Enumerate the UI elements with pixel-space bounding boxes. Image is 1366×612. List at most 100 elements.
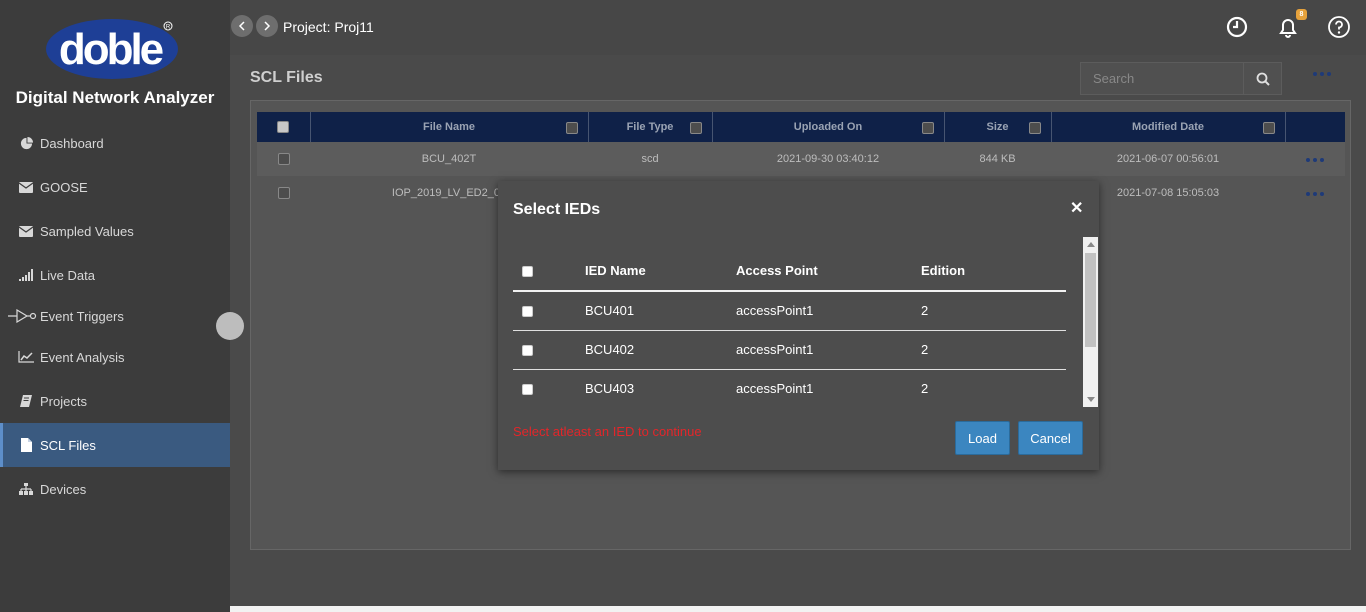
validation-error: Select atleast an IED to continue (513, 424, 702, 439)
sidebar-item-event-triggers[interactable]: Event Triggers (0, 297, 230, 335)
ied-edition: 2 (921, 291, 1066, 331)
sidebar-item-label: SCL Files (40, 437, 96, 453)
row-more-icon[interactable] (1306, 192, 1324, 196)
sidebar-item-devices[interactable]: Devices (0, 467, 230, 511)
close-icon[interactable]: ✕ (1070, 198, 1083, 218)
select-all-cell (257, 112, 311, 142)
col-edition: Edition (921, 237, 1066, 292)
pie-chart-icon (18, 135, 34, 151)
table-header-row: File Name File Type Uploaded On Size Mod… (257, 112, 1345, 142)
trigger-icon (8, 308, 38, 324)
load-button[interactable]: Load (955, 421, 1010, 455)
envelope-icon (18, 179, 34, 195)
sidebar-item-label: Event Analysis (40, 349, 125, 365)
dialog-title: Select IEDs (513, 201, 601, 218)
col-file-type[interactable]: File Type (588, 112, 713, 142)
scrollbar-thumb[interactable] (1085, 253, 1096, 347)
forward-button[interactable] (256, 15, 278, 37)
search-box (1080, 62, 1282, 95)
sidebar-collapse-handle[interactable] (216, 312, 244, 340)
ied-name: BCU401 (585, 291, 736, 331)
sidebar-item-sampled-values[interactable]: Sampled Values (0, 209, 230, 253)
row-actions-cell (1285, 142, 1345, 176)
col-file-name[interactable]: File Name (310, 112, 589, 142)
search-input[interactable] (1081, 63, 1245, 94)
ied-row[interactable]: BCU403 accessPoint1 2 (513, 369, 1066, 407)
sidebar-item-label: Dashboard (40, 135, 104, 151)
column-label: Size (986, 121, 1009, 133)
ied-list-scrollbar[interactable] (1083, 237, 1098, 407)
sidebar-item-event-analysis[interactable]: Event Analysis (0, 335, 230, 379)
ied-checkbox[interactable] (522, 306, 533, 318)
search-icon (1256, 72, 1270, 86)
column-label: Uploaded On (793, 121, 863, 133)
envelope-icon (18, 223, 34, 239)
svg-text:R: R (166, 25, 171, 31)
row-select-cell (257, 142, 310, 176)
project-label: Project: Proj11 (283, 19, 374, 35)
sidebar-item-label: Devices (40, 481, 87, 497)
table-row[interactable]: BCU_402T scd 2021-09-30 03:40:12 844 KB … (257, 142, 1345, 176)
ied-name: BCU403 (585, 369, 736, 407)
column-filter-checkbox[interactable] (565, 122, 578, 134)
cancel-button[interactable]: Cancel (1018, 421, 1083, 455)
ied-select-cell (513, 330, 585, 370)
cell-file-name: BCU_402T (310, 142, 588, 176)
sidebar-item-live-data[interactable]: Live Data (0, 253, 230, 297)
ied-select-cell (513, 291, 585, 331)
col-uploaded-on[interactable]: Uploaded On (712, 112, 945, 142)
search-button[interactable] (1243, 63, 1281, 94)
column-label: File Name (423, 121, 475, 133)
ied-access-point: accessPoint1 (736, 369, 921, 407)
sidebar-item-goose[interactable]: GOOSE (0, 165, 230, 209)
column-filter-checkbox[interactable] (921, 122, 934, 134)
column-label: File Type (626, 121, 674, 133)
page-title: SCL Files (250, 69, 323, 86)
sidebar-item-projects[interactable]: Projects (0, 379, 230, 423)
ied-checkbox[interactable] (522, 345, 533, 357)
ied-row[interactable]: BCU402 accessPoint1 2 (513, 330, 1066, 370)
select-all-ieds-checkbox[interactable] (522, 266, 533, 278)
sidebar-nav: Dashboard GOOSE Sampled Values Live Data… (0, 121, 230, 511)
ied-list: IED Name Access Point Edition BCU401 acc… (513, 237, 1097, 407)
row-checkbox[interactable] (277, 153, 290, 166)
back-button[interactable] (231, 15, 253, 37)
ied-name: BCU402 (585, 330, 736, 370)
row-select-cell (257, 176, 310, 210)
col-actions (1285, 112, 1345, 142)
sidebar-item-label: GOOSE (40, 179, 88, 195)
file-icon (18, 437, 34, 453)
help-icon[interactable] (1327, 15, 1351, 39)
line-chart-icon (18, 349, 34, 365)
bottom-strip (230, 606, 1366, 612)
column-filter-checkbox[interactable] (1262, 122, 1275, 134)
cell-modified-date: 2021-06-07 00:56:01 (1051, 142, 1285, 176)
chevron-right-icon (264, 21, 271, 31)
sidebar-item-label: Live Data (40, 267, 95, 283)
top-bar: Project: Proj11 (230, 0, 1366, 55)
ied-header-row: IED Name Access Point Edition (513, 237, 1066, 292)
sidebar-item-label: Event Triggers (40, 308, 124, 324)
scroll-down-arrow-icon[interactable] (1087, 397, 1095, 402)
history-clock-icon[interactable] (1225, 15, 1249, 39)
more-options-icon[interactable] (1313, 72, 1331, 76)
notification-badge: 8 (1296, 9, 1307, 20)
sitemap-icon (18, 481, 34, 497)
chevron-left-icon (238, 21, 245, 31)
ied-checkbox[interactable] (522, 384, 533, 396)
scroll-up-arrow-icon[interactable] (1087, 242, 1095, 247)
col-modified-date[interactable]: Modified Date (1051, 112, 1286, 142)
column-filter-checkbox[interactable] (1028, 122, 1041, 134)
column-filter-checkbox[interactable] (689, 122, 702, 134)
row-more-icon[interactable] (1306, 158, 1324, 162)
sidebar-item-scl-files[interactable]: SCL Files (0, 423, 230, 467)
row-checkbox[interactable] (277, 187, 290, 200)
ied-edition: 2 (921, 330, 1066, 370)
select-all-checkbox[interactable] (277, 121, 290, 134)
column-label: Modified Date (1131, 121, 1205, 133)
ied-row[interactable]: BCU401 accessPoint1 2 (513, 291, 1066, 331)
col-size[interactable]: Size (944, 112, 1052, 142)
ied-edition: 2 (921, 369, 1066, 407)
sidebar-item-dashboard[interactable]: Dashboard (0, 121, 230, 165)
ied-select-cell (513, 369, 585, 407)
